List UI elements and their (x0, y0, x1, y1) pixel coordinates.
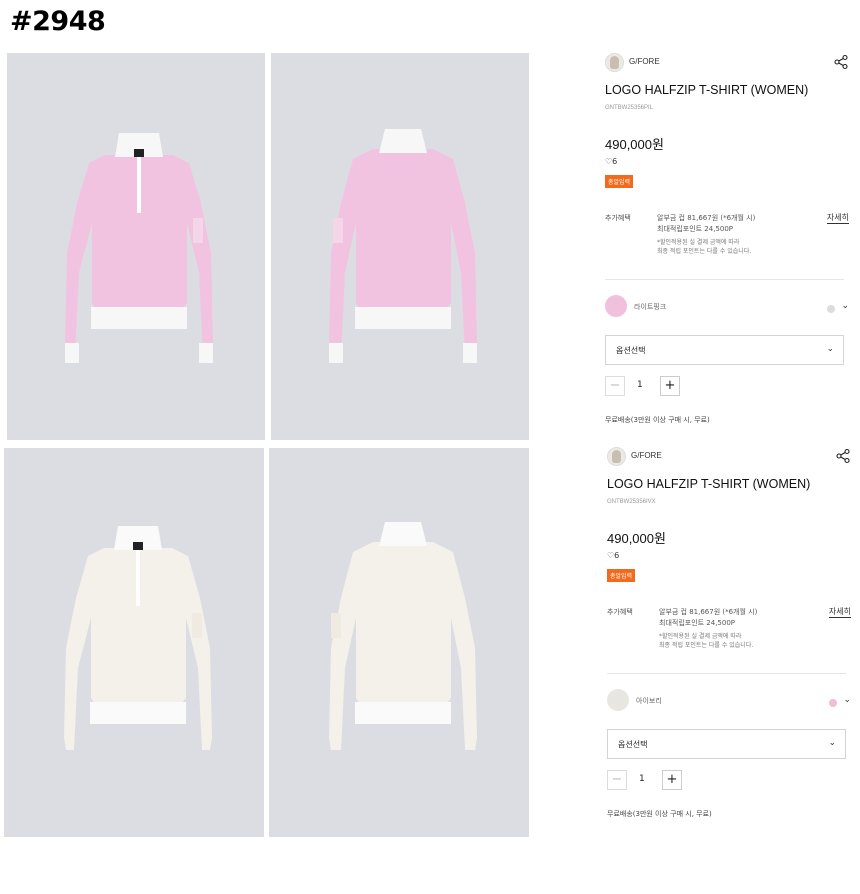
benefit-label: 추가혜택 (607, 608, 633, 616)
brand-name[interactable]: G/FORE (629, 57, 660, 66)
shipping-info: 무료배송(3만원 이상 구매 시, 무료) (607, 810, 712, 818)
option-select[interactable]: 옵션선택 ⌄ (607, 729, 846, 759)
option-select-label: 옵션선택 (618, 740, 648, 749)
shirt-front-illustration (64, 526, 212, 750)
color-swatch[interactable] (607, 689, 629, 711)
detail-link[interactable]: 자세히 (826, 212, 849, 224)
installment-text: 알부금 컵 81,667원 (*6개월 시) (657, 214, 756, 222)
benefit-note-line: *할인적용된 실 결제 금액에 따라 (657, 239, 740, 246)
product-price: 490,000원 (605, 137, 664, 152)
product-photo-ivory-back[interactable] (269, 448, 529, 837)
quantity-plus-button[interactable]: + (662, 770, 682, 790)
product-info-panel: G/FORE LOGO HALFZIP T-SHIRT (WOMEN) GNTB… (607, 447, 851, 837)
share-icon[interactable] (835, 448, 851, 464)
like-count: 6 (612, 157, 618, 166)
benefit-note: *할인적용된 실 결제 금액에 따라 최종 적립 포인트는 다를 수 있습니다. (657, 238, 751, 256)
benefit-note-line: 최종 적립 포인트는 다를 수 있습니다. (657, 248, 752, 255)
quantity-minus-button[interactable]: − (605, 376, 625, 396)
brand-row: G/FORE (607, 447, 851, 467)
status-badge: 총알입력 (605, 175, 634, 188)
chevron-down-icon[interactable]: ⌄ (843, 695, 851, 705)
installment-text: 알부금 컵 81,667원 (*6개월 시) (659, 608, 758, 616)
chevron-down-icon: ⌄ (826, 344, 834, 354)
product-photo-ivory-front[interactable] (4, 448, 264, 837)
brand-logo[interactable] (607, 447, 626, 466)
chevron-down-icon: ⌄ (828, 738, 836, 748)
divider (607, 673, 846, 674)
alt-color-dot[interactable] (829, 699, 837, 707)
color-swatch[interactable] (605, 295, 627, 317)
quantity-plus-button[interactable]: + (660, 376, 680, 396)
brand-logo[interactable] (605, 53, 624, 72)
option-select[interactable]: 옵션선택 ⌄ (605, 335, 844, 365)
like-button[interactable]: ♡6 (605, 157, 617, 166)
benefit-info: 알부금 컵 81,667원 (*6개월 시) 최대적립포인트 24,500P (659, 607, 757, 629)
benefit-info: 알부금 컵 81,667원 (*6개월 시) 최대적립포인트 24,500P (657, 213, 755, 235)
shirt-back-illustration (329, 522, 477, 750)
benefit-note-line: 최종 적립 포인트는 다를 수 있습니다. (659, 642, 754, 649)
share-icon[interactable] (833, 54, 849, 70)
page-id: #2948 (10, 6, 106, 37)
benefit-label: 추가혜택 (605, 214, 631, 222)
brand-name[interactable]: G/FORE (631, 451, 662, 460)
product-price: 490,000원 (607, 531, 666, 546)
points-text: 최대적립포인트 24,500P (659, 619, 736, 627)
benefit-note-line: *할인적용된 실 결제 금액에 따라 (659, 633, 742, 640)
detail-link[interactable]: 자세히 (828, 606, 851, 618)
color-name: 아이보리 (636, 697, 662, 705)
alt-color-dot[interactable] (827, 305, 835, 313)
chevron-down-icon[interactable]: ⌄ (841, 301, 849, 311)
product-title: LOGO HALFZIP T-SHIRT (WOMEN) (605, 83, 809, 97)
color-name: 라이트핑크 (634, 303, 667, 311)
product-title: LOGO HALFZIP T-SHIRT (WOMEN) (607, 477, 811, 491)
shirt-back-illustration (329, 129, 477, 363)
status-badge: 총알입력 (607, 569, 636, 582)
shirt-front-illustration (65, 133, 213, 363)
like-count: 6 (614, 551, 620, 560)
quantity-minus-button[interactable]: − (607, 770, 627, 790)
product-photo-pink-front[interactable] (7, 53, 265, 440)
product-code: GNTBW25356IVX (607, 499, 656, 505)
like-button[interactable]: ♡6 (607, 551, 619, 560)
product-photo-pink-back[interactable] (271, 53, 529, 440)
shipping-info: 무료배송(3만원 이상 구매 시, 무료) (605, 416, 710, 424)
quantity-value: 1 (637, 380, 643, 390)
brand-row: G/FORE (605, 53, 849, 73)
benefit-note: *할인적용된 실 결제 금액에 따라 최종 적립 포인트는 다를 수 있습니다. (659, 632, 753, 650)
divider (605, 279, 844, 280)
option-select-label: 옵션선택 (616, 346, 646, 355)
product-info-panel: G/FORE LOGO HALFZIP T-SHIRT (WOMEN) GNTB… (605, 53, 849, 443)
quantity-value: 1 (639, 774, 645, 784)
points-text: 최대적립포인트 24,500P (657, 225, 734, 233)
product-code: GNTBW25356PIL (605, 105, 654, 111)
